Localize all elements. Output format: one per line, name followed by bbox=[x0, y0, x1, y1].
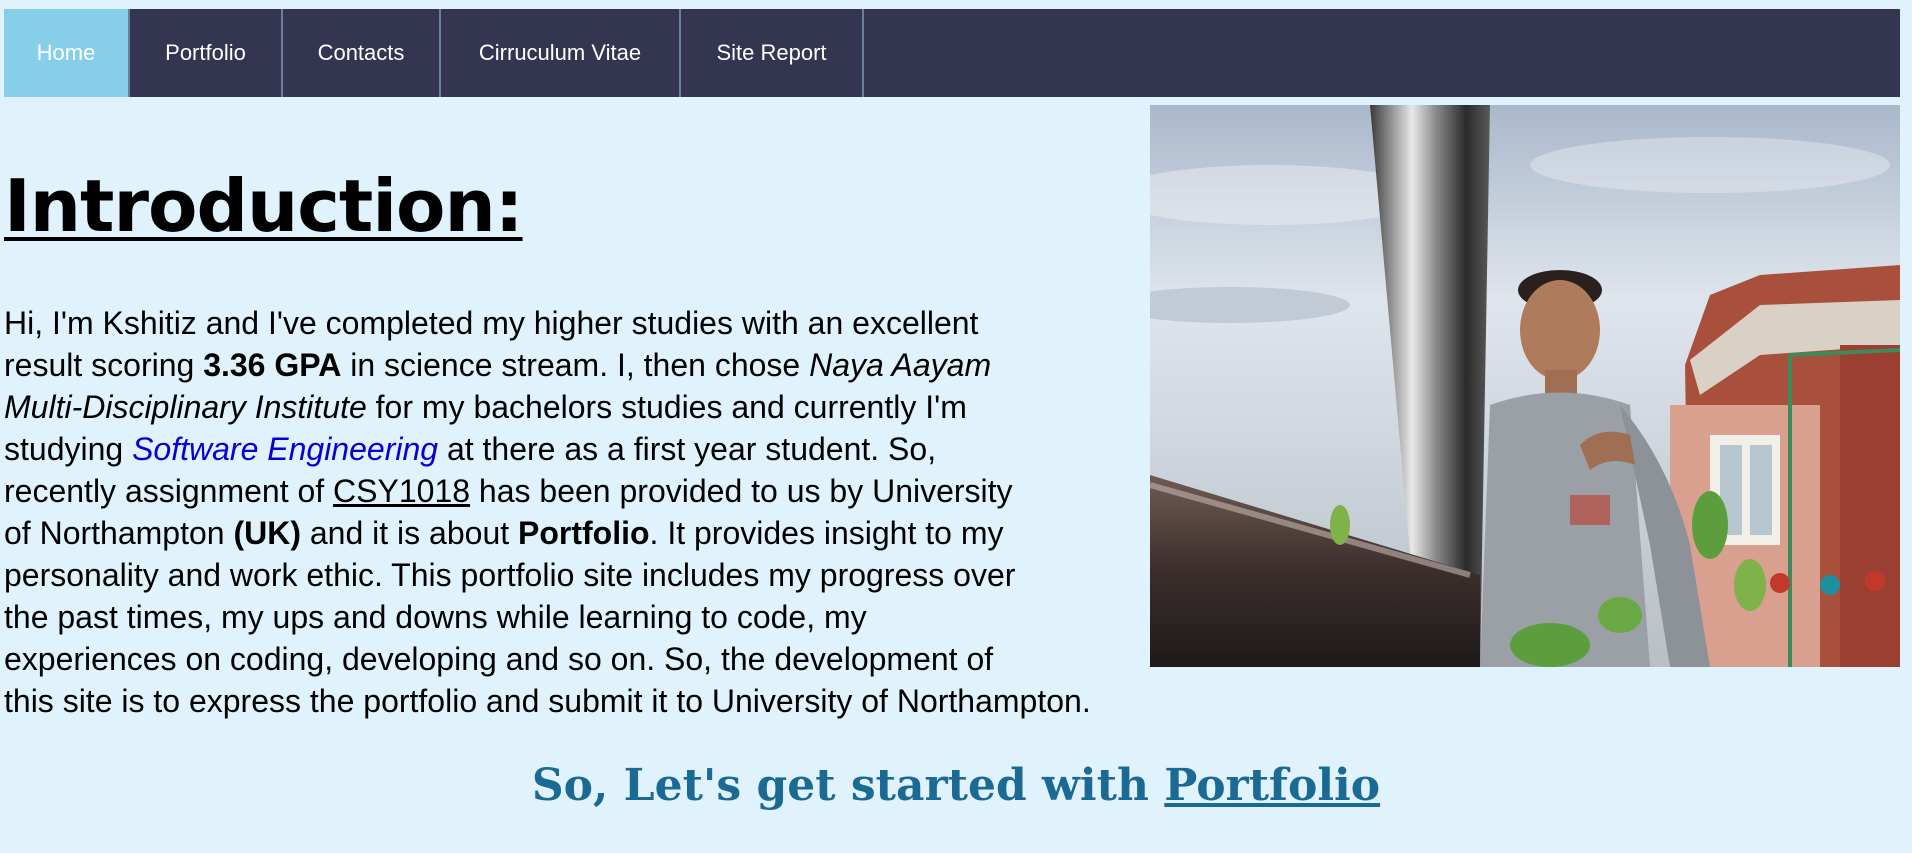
intro-line: this site is to express the portfolio an… bbox=[4, 683, 1091, 719]
module-code: CSY1018 bbox=[333, 473, 471, 509]
page-heading: Introduction: bbox=[4, 164, 524, 248]
intro-line: Hi, I'm Kshitiz and I've completed my hi… bbox=[4, 305, 979, 341]
intro-line: personality and work ethic. This portfol… bbox=[4, 557, 1016, 593]
main-navbar: Home Portfolio Contacts Cirruculum Vitae… bbox=[4, 9, 1900, 97]
country-highlight: (UK) bbox=[233, 515, 301, 551]
intro-line: recently assignment of CSY1018 has been … bbox=[4, 473, 1013, 509]
cta-heading: So, Let's get started with Portfolio bbox=[531, 760, 1381, 811]
intro-line: Multi-Disciplinary Institute for my bach… bbox=[4, 389, 967, 425]
intro-line: the past times, my ups and downs while l… bbox=[4, 599, 867, 635]
institute-name: Naya Aayam bbox=[809, 347, 992, 383]
intro-paragraph: Hi, I'm Kshitiz and I've completed my hi… bbox=[4, 302, 1214, 722]
nav-home-link[interactable]: Home bbox=[4, 9, 130, 97]
nav-site-report-link[interactable]: Site Report bbox=[681, 9, 864, 97]
intro-line: of Northampton (UK) and it is about Port… bbox=[4, 515, 1004, 551]
portfolio-highlight: Portfolio bbox=[518, 515, 650, 551]
portfolio-link[interactable]: Portfolio bbox=[1164, 760, 1380, 811]
intro-line: result scoring 3.36 GPA in science strea… bbox=[4, 347, 992, 383]
course-highlight: Software Engineering bbox=[132, 431, 439, 467]
nav-contacts-link[interactable]: Contacts bbox=[283, 9, 441, 97]
intro-line: experiences on coding, developing and so… bbox=[4, 641, 994, 677]
nav-portfolio-link[interactable]: Portfolio bbox=[130, 9, 283, 97]
profile-photo bbox=[1150, 105, 1900, 667]
nav-cv-link[interactable]: Cirruculum Vitae bbox=[441, 9, 681, 97]
intro-line: studying Software Engineering at there a… bbox=[4, 431, 937, 467]
gpa-highlight: 3.36 GPA bbox=[203, 347, 342, 383]
institute-name-cont: Multi-Disciplinary Institute bbox=[4, 389, 367, 425]
